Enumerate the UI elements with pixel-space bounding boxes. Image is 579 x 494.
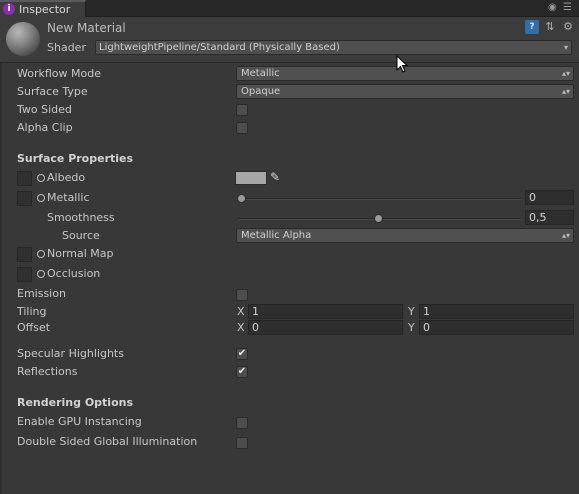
tiling-x-axis-label: X <box>237 305 245 318</box>
specular-highlights-checkbox[interactable]: ✔ <box>236 348 248 360</box>
lock-icon[interactable]: ◉ <box>548 2 557 13</box>
offset-label: Offset <box>17 321 51 334</box>
emission-label: Emission <box>17 287 66 300</box>
smoothness-value-field[interactable]: 0,5 <box>525 210 574 225</box>
shader-label: Shader <box>47 41 86 54</box>
offset-y-field[interactable]: 0 <box>419 320 574 335</box>
gpu-instancing-label: Enable GPU Instancing <box>17 415 142 428</box>
double-sided-gi-label: Double Sided Global Illumination <box>17 435 198 448</box>
menu-icon[interactable]: ☰ <box>563 2 572 13</box>
occlusion-texture-slot[interactable] <box>17 267 32 282</box>
shader-value: LightweightPipeline/Standard (Physically… <box>99 42 340 53</box>
two-sided-checkbox[interactable] <box>236 104 248 116</box>
normal-map-label: Normal Map <box>47 247 114 260</box>
alpha-clip-checkbox[interactable] <box>236 122 248 134</box>
offset-x-field[interactable]: 0 <box>248 320 403 335</box>
metallic-picker-icon[interactable] <box>37 194 45 202</box>
workflow-mode-label: Workflow Mode <box>17 67 101 80</box>
tiling-y-axis-label: Y <box>408 305 415 318</box>
shader-dropdown[interactable]: LightweightPipeline/Standard (Physically… <box>95 40 572 55</box>
surface-type-label: Surface Type <box>17 85 88 98</box>
info-icon: i <box>3 3 15 15</box>
occlusion-picker-icon[interactable] <box>37 270 45 278</box>
reflections-checkbox[interactable]: ✔ <box>236 366 248 378</box>
tab-inspector[interactable]: i Inspector <box>0 0 86 17</box>
emission-checkbox[interactable] <box>236 289 248 301</box>
two-sided-label: Two Sided <box>17 103 72 116</box>
double-sided-gi-checkbox[interactable] <box>236 437 248 449</box>
tiling-label: Tiling <box>17 305 47 318</box>
updown-arrow-icon: ▴▾ <box>561 231 570 240</box>
source-dropdown[interactable]: Metallic Alpha ▴▾ <box>236 228 574 243</box>
surface-properties-title: Surface Properties <box>17 152 134 165</box>
smoothness-label: Smoothness <box>47 211 115 224</box>
material-preview-icon <box>6 22 40 56</box>
albedo-color-swatch[interactable] <box>235 171 267 185</box>
reflections-label: Reflections <box>17 365 78 378</box>
normal-map-texture-slot[interactable] <box>17 247 32 262</box>
alpha-clip-label: Alpha Clip <box>17 121 73 134</box>
tiling-y-field[interactable]: 1 <box>419 304 574 319</box>
normal-map-picker-icon[interactable] <box>37 250 45 258</box>
offset-y-axis-label: Y <box>408 321 415 334</box>
albedo-texture-slot[interactable] <box>17 171 32 186</box>
rendering-options-title: Rendering Options <box>17 396 134 409</box>
mouse-cursor-icon <box>396 55 408 73</box>
source-label: Source <box>62 229 100 242</box>
offset-x-axis-label: X <box>237 321 245 334</box>
chevron-down-icon: ▾ <box>563 43 568 52</box>
tab-label: Inspector <box>19 3 71 16</box>
source-value: Metallic Alpha <box>241 230 312 241</box>
tiling-x-field[interactable]: 1 <box>248 304 403 319</box>
metallic-slider-handle[interactable] <box>237 194 246 203</box>
eyedropper-icon[interactable]: ✎ <box>270 170 280 184</box>
tab-bar <box>0 0 579 17</box>
metallic-value-field[interactable]: 0 <box>525 190 574 205</box>
surface-type-value: Opaque <box>241 86 281 97</box>
material-name: New Material <box>47 21 126 35</box>
specular-highlights-label: Specular Highlights <box>17 347 124 360</box>
metallic-texture-slot[interactable] <box>17 191 32 206</box>
updown-arrow-icon: ▴▾ <box>561 87 570 96</box>
updown-arrow-icon: ▴▾ <box>561 69 570 78</box>
albedo-label: Albedo <box>47 171 86 184</box>
workflow-mode-value: Metallic <box>241 68 280 79</box>
gear-icon[interactable]: ⚙ <box>561 20 575 34</box>
panel-edge <box>0 63 2 494</box>
surface-type-dropdown[interactable]: Opaque ▴▾ <box>236 84 574 99</box>
smoothness-slider-handle[interactable] <box>374 214 383 223</box>
albedo-picker-icon[interactable] <box>37 174 45 182</box>
metallic-label: Metallic <box>47 191 90 204</box>
help-book-icon[interactable]: ? <box>525 20 539 34</box>
occlusion-label: Occlusion <box>47 267 101 280</box>
metallic-slider-track[interactable] <box>238 198 521 200</box>
gpu-instancing-checkbox[interactable] <box>236 417 248 429</box>
preset-icon[interactable]: ⇅ <box>543 20 557 34</box>
